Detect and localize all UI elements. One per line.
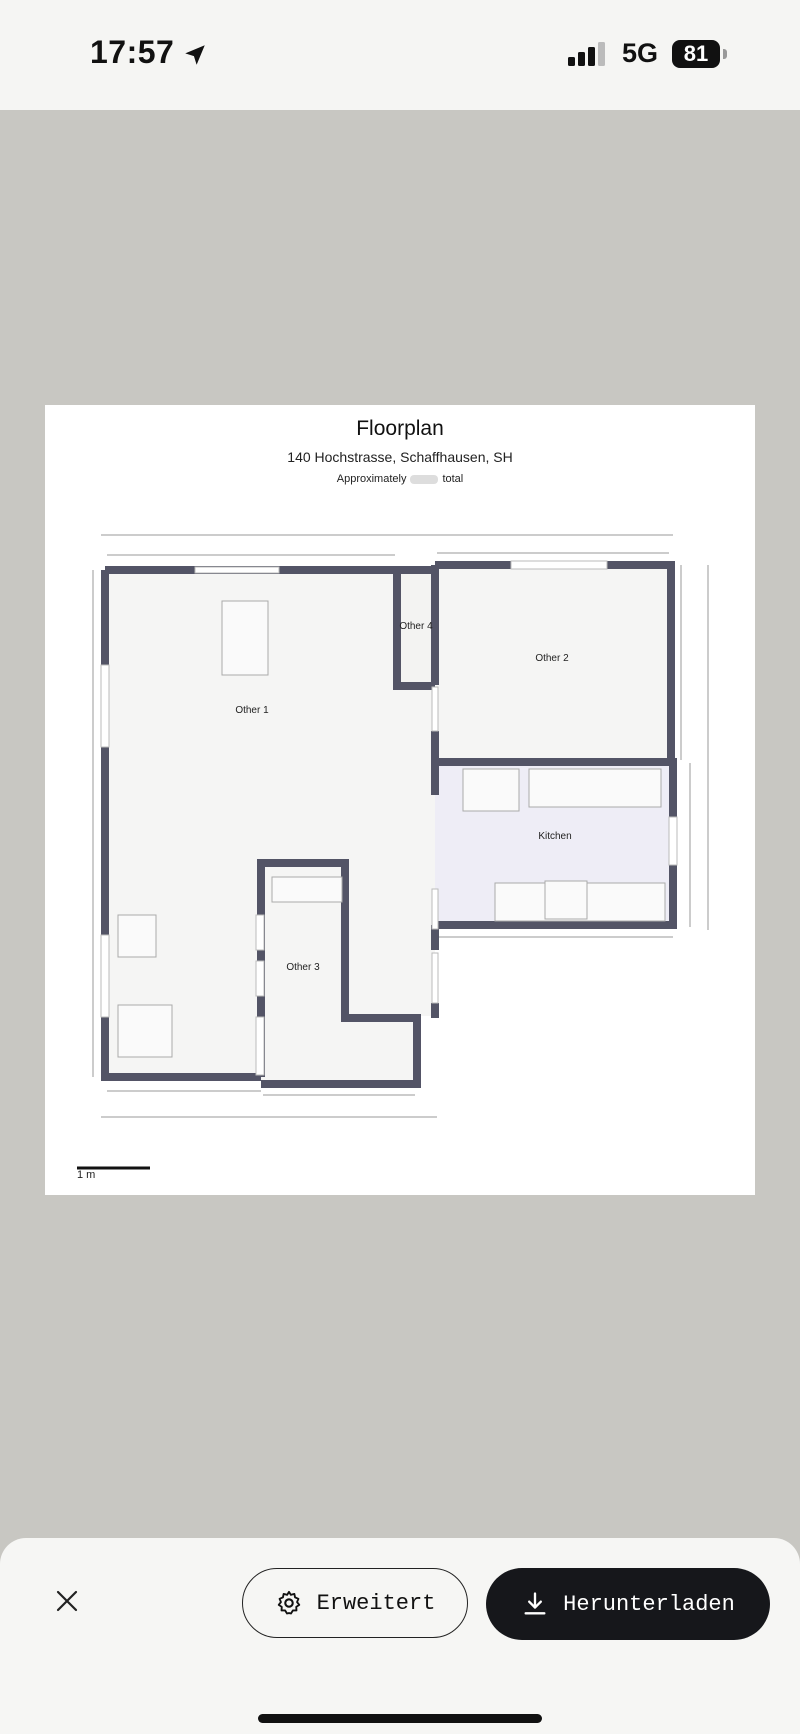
bottom-action-sheet: Erweitert Herunterladen [0,1538,800,1734]
floorplan-title: Floorplan [356,417,444,440]
close-icon[interactable] [50,1584,84,1618]
scale-label: 1 m [77,1169,96,1181]
signal-icon [568,42,605,66]
room-label-other2: Other 2 [535,653,569,664]
area-suffix: total [442,473,464,485]
advanced-button[interactable]: Erweitert [242,1568,468,1638]
room-label-kitchen: Kitchen [538,831,571,842]
area-value-redacted [410,474,439,484]
area-prefix: Approximately [336,473,407,485]
floorplan-area: Approximately total [45,473,755,485]
floorplan-address: 140 Hochstrasse, Schaffhausen, SH [287,449,513,465]
location-arrow-icon [185,45,205,65]
home-indicator[interactable] [258,1714,542,1723]
advanced-button-label: Erweitert [316,1590,436,1616]
network-type: 5G [622,38,659,68]
battery-icon: 81 [672,40,720,68]
status-time: 17:57 [90,34,175,70]
gear-icon [277,1590,300,1615]
floorplan-document: Other 1 Other 4 Other 2 Kitchen Other 3 … [45,405,755,1195]
download-button-label: Herunterladen [563,1591,735,1617]
room-label-other3: Other 3 [286,962,320,973]
room-label-other4: Other 4 [399,621,433,632]
floorplan-drawing: Other 1 Other 4 Other 2 Kitchen Other 3 [77,534,709,1170]
download-icon [524,1592,546,1615]
battery-tip [723,49,727,59]
room-label-other1: Other 1 [235,705,269,716]
download-button[interactable]: Herunterladen [486,1568,770,1640]
status-bar: 17:57 5G 81 [0,0,800,110]
